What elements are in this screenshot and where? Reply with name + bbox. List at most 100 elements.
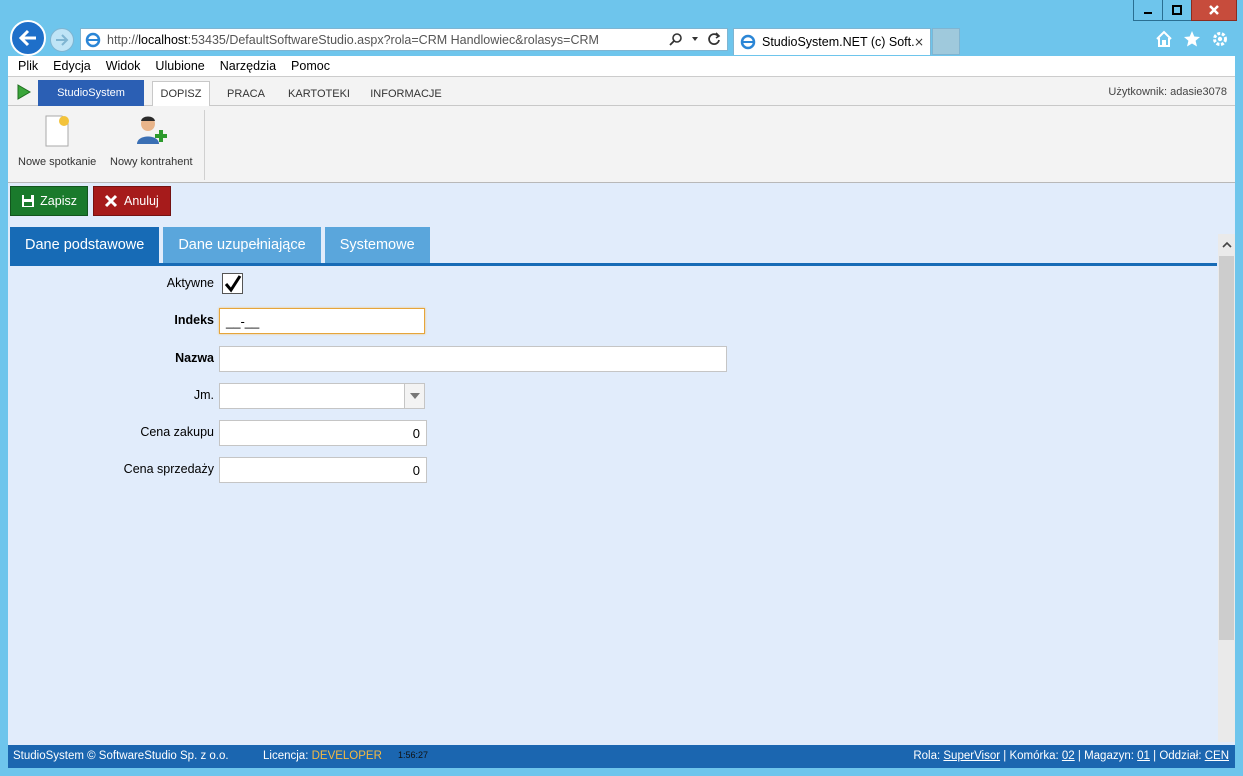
close-icon (1209, 5, 1219, 15)
url-text: http://localhost:53435/DefaultSoftwareSt… (107, 33, 599, 47)
sell-price-field[interactable]: 0 (219, 457, 427, 483)
minimize-icon (1144, 12, 1152, 14)
menu-item-pomoc[interactable]: Pomoc (291, 59, 330, 73)
unit-select[interactable] (219, 383, 425, 409)
app-content: StudioSystem DOPISZ PRACA KARTOTEKI INFO… (8, 77, 1235, 768)
form-tabs-underline (10, 263, 1217, 266)
x-icon (104, 194, 118, 208)
form-tabs: Dane podstawowe Dane uzupełniające Syste… (10, 227, 434, 263)
play-icon[interactable] (16, 84, 32, 100)
address-tools (669, 32, 721, 46)
maximize-button[interactable] (1162, 0, 1192, 21)
license-label: Licencja: (263, 750, 309, 762)
copyright-text: StudioSystem © SoftwareStudio Sp. z o.o. (13, 750, 229, 762)
license-value: DEVELOPER (311, 750, 382, 762)
url-host: localhost (138, 32, 188, 47)
floppy-icon (22, 195, 34, 207)
buy-price-label: Cena zakupu (140, 425, 214, 439)
tab-dane-podstawowe[interactable]: Dane podstawowe (10, 227, 160, 263)
back-button[interactable] (10, 20, 46, 56)
browser-tab-title: StudioSystem.NET (c) Soft... (762, 35, 914, 49)
user-label: Użytkownik: adasie3078 (1108, 86, 1227, 98)
status-bar: StudioSystem © SoftwareStudio Sp. z o.o.… (8, 745, 1235, 768)
menu-bar: Plik Edycja Widok Ulubione Narzędzia Pom… (8, 56, 1235, 77)
menu-item-narzedzia[interactable]: Narzędzia (220, 59, 276, 73)
browser-tab[interactable]: StudioSystem.NET (c) Soft... × (733, 28, 931, 55)
name-label: Nazwa (175, 351, 214, 365)
warehouse-label: Magazyn: (1084, 750, 1134, 762)
unit-label: Jm. (193, 388, 214, 402)
maximize-icon (1172, 5, 1182, 15)
session-info: Rola: SuperVisor | Komórka: 02 | Magazyn… (913, 750, 1229, 762)
home-icon[interactable] (1155, 30, 1173, 48)
vertical-scrollbar[interactable] (1218, 234, 1235, 742)
active-label: Aktywne (166, 276, 214, 290)
chevron-down-icon (409, 393, 420, 399)
add-user-icon (137, 116, 168, 144)
app-menu-tab[interactable]: StudioSystem (38, 80, 144, 106)
cell-label: Komórka: (1009, 750, 1059, 762)
menu-item-plik[interactable]: Plik (18, 59, 38, 73)
url-prefix: http:// (107, 32, 139, 47)
warehouse-link[interactable]: 01 (1137, 750, 1150, 762)
cancel-label: Anuluj (124, 194, 159, 208)
new-contractor-label: Nowy kontrahent (110, 156, 193, 168)
ribbon-body: Nowe spotkanie Nowy kontrahent (8, 106, 1235, 183)
new-contractor-button[interactable]: Nowy kontrahent (110, 114, 193, 168)
tab-informacje[interactable]: INFORMACJE (366, 81, 446, 107)
browser-toolbar-icons (1155, 30, 1229, 48)
clock: 1:56:27 (398, 750, 429, 760)
address-bar[interactable]: http://localhost:53435/DefaultSoftwareSt… (80, 28, 728, 51)
chevron-up-icon (1221, 241, 1232, 248)
tab-praca[interactable]: PRACA (220, 81, 272, 107)
tab-dopisz[interactable]: DOPISZ (152, 81, 210, 107)
save-button[interactable]: Zapisz (10, 186, 88, 216)
unit-dropdown-button[interactable] (404, 384, 424, 408)
forward-button[interactable] (50, 28, 74, 52)
name-field[interactable] (219, 346, 727, 372)
new-meeting-label: Nowe spotkanie (18, 156, 97, 168)
active-checkbox[interactable] (222, 273, 243, 294)
checkmark-icon (224, 274, 241, 293)
minimize-button[interactable] (1133, 0, 1163, 21)
tab-close-icon[interactable]: × (914, 35, 924, 49)
new-meeting-button[interactable]: Nowe spotkanie (18, 114, 96, 168)
cancel-button[interactable]: Anuluj (93, 186, 171, 216)
branch-link[interactable]: CEN (1205, 750, 1229, 762)
window-titlebar: http://localhost:53435/DefaultSoftwareSt… (0, 0, 1243, 56)
close-window-button[interactable] (1191, 0, 1237, 21)
tab-systemowe[interactable]: Systemowe (324, 227, 430, 263)
new-tab-button[interactable] (932, 28, 960, 55)
arrow-left-icon (18, 29, 36, 47)
save-label: Zapisz (40, 194, 77, 208)
license-info: Licencja: DEVELOPER (263, 750, 382, 762)
ribbon-separator (204, 110, 205, 180)
refresh-icon[interactable] (707, 32, 721, 46)
index-field[interactable]: __-__ (219, 308, 425, 334)
sell-price-label: Cena sprzedaży (123, 462, 214, 476)
new-document-icon (45, 115, 70, 147)
search-icon[interactable] (669, 32, 683, 46)
ie-icon (85, 32, 101, 47)
gear-icon[interactable] (1211, 30, 1229, 48)
menu-item-widok[interactable]: Widok (106, 59, 141, 73)
ie-tab-icon (740, 34, 756, 50)
role-link[interactable]: SuperVisor (943, 750, 1000, 762)
url-path: :53435/DefaultSoftwareStudio.aspx?rola=C… (187, 32, 599, 47)
buy-price-field[interactable]: 0 (219, 420, 427, 446)
menu-item-ulubione[interactable]: Ulubione (155, 59, 204, 73)
arrow-right-icon (56, 34, 69, 46)
scroll-up-button[interactable] (1218, 234, 1235, 254)
ribbon-tab-bar: StudioSystem DOPISZ PRACA KARTOTEKI INFO… (8, 77, 1235, 107)
tab-kartoteki[interactable]: KARTOTEKI (284, 81, 354, 107)
tab-dane-uzupelniajace[interactable]: Dane uzupełniające (163, 227, 321, 263)
chevron-down-icon[interactable] (691, 32, 699, 46)
cell-link[interactable]: 02 (1062, 750, 1075, 762)
role-label: Rola: (913, 750, 941, 762)
index-label: Indeks (174, 313, 214, 327)
menu-item-edycja[interactable]: Edycja (53, 59, 91, 73)
scroll-thumb[interactable] (1219, 256, 1234, 640)
favorites-star-icon[interactable] (1183, 30, 1201, 48)
branch-label: Oddział: (1159, 750, 1202, 762)
window-controls (1133, 0, 1237, 21)
